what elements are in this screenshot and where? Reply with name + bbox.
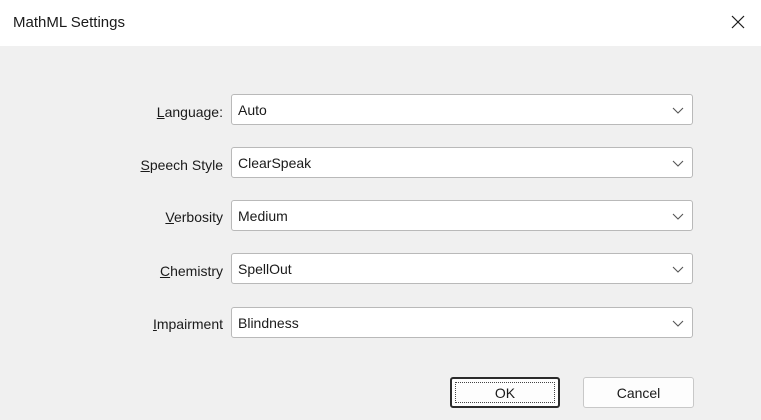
language-select[interactable]: Auto — [231, 94, 693, 125]
chemistry-label: Chemistry — [159, 263, 223, 279]
cancel-button[interactable]: Cancel — [583, 377, 694, 408]
impairment-label: Impairment — [152, 316, 223, 332]
verbosity-label: Verbosity — [165, 209, 223, 225]
language-value: Auto — [238, 102, 267, 118]
chevron-down-icon — [672, 266, 684, 273]
impairment-value: Blindness — [238, 315, 299, 331]
focus-rectangle — [455, 382, 555, 403]
speech-style-label: Speech Style — [140, 157, 223, 173]
speech-style-value: ClearSpeak — [238, 155, 312, 171]
mathml-settings-dialog: MathML Settings Language: Auto Speech St… — [0, 0, 761, 420]
title-bar: MathML Settings — [0, 0, 761, 46]
cancel-button-label: Cancel — [616, 384, 661, 401]
chevron-down-icon — [672, 160, 684, 167]
chevron-down-icon — [672, 320, 684, 327]
verbosity-select[interactable]: Medium — [231, 200, 693, 231]
language-label: Language: — [156, 104, 223, 120]
speech-style-select[interactable]: ClearSpeak — [231, 147, 693, 178]
chemistry-select[interactable]: SpellOut — [231, 253, 693, 284]
chevron-down-icon — [672, 107, 684, 114]
verbosity-value: Medium — [238, 208, 288, 224]
close-button[interactable] — [715, 0, 761, 44]
impairment-select[interactable]: Blindness — [231, 307, 693, 338]
chevron-down-icon — [672, 213, 684, 220]
ok-button[interactable]: OK — [450, 377, 560, 408]
chemistry-value: SpellOut — [238, 261, 292, 277]
window-title: MathML Settings — [13, 14, 125, 31]
close-icon — [731, 15, 745, 29]
